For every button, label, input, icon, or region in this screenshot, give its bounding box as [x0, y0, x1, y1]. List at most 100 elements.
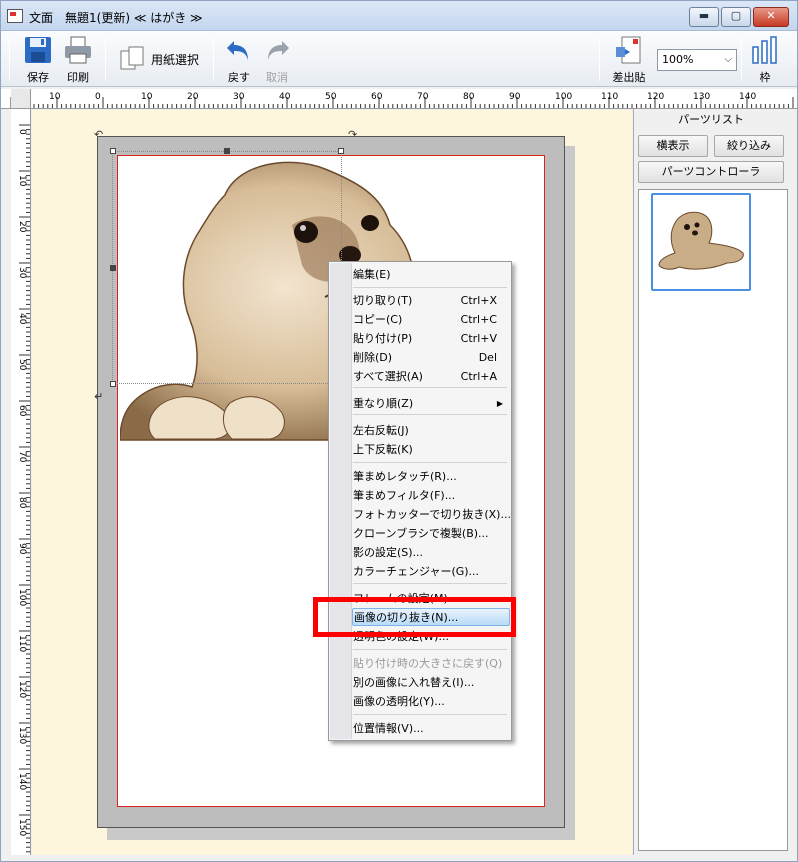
parts-controller-button[interactable]: パーツコントローラ: [638, 161, 784, 183]
menu-item-color-changer[interactable]: カラーチェンジャー(G)...: [353, 563, 509, 581]
ruler-label: 150: [17, 819, 27, 836]
resize-handle[interactable]: [110, 148, 116, 154]
vertical-ruler: 0 10 20 30 40 50 60 70 80 90 100 110 120 130 140 150: [11, 109, 31, 855]
menu-item-shadow-settings[interactable]: 影の設定(S)...: [353, 544, 509, 562]
menu-item-label: 左右反転(J): [353, 424, 409, 437]
menu-item-make-transparent[interactable]: 画像の透明化(Y)...: [353, 693, 509, 711]
menu-item-flip-vertical[interactable]: 上下反転(K): [353, 441, 509, 459]
ruler-label: 0: [95, 92, 101, 102]
menu-item-label: カラーチェンジャー(G)...: [353, 565, 480, 578]
menu-item-shortcut: Ctrl+X: [460, 294, 497, 307]
menu-item-label: 位置情報(V)...: [353, 722, 424, 735]
parts-panel: パーツリスト 横表示 絞り込み パーツコントローラ: [633, 109, 797, 855]
close-button[interactable]: ✕: [753, 7, 789, 27]
menu-item-shortcut: Ctrl+V: [460, 332, 497, 345]
menu-item-copy[interactable]: コピー(C) Ctrl+C: [353, 311, 509, 329]
menu-item-label: 貼り付け時の大きさに戻す(Q): [353, 657, 503, 670]
menu-item-label: 切り取り(T): [353, 294, 413, 307]
save-icon: [23, 35, 53, 65]
status-strip: [1, 855, 797, 861]
menu-item-edit[interactable]: 編集(E): [353, 266, 509, 284]
print-button[interactable]: 印刷: [59, 33, 97, 85]
menu-item-paste[interactable]: 貼り付け(P) Ctrl+V: [353, 330, 509, 348]
redo-label: 取消: [266, 71, 288, 84]
parts-list: [638, 189, 788, 851]
menu-item-flip-horizontal[interactable]: 左右反転(J): [353, 422, 509, 440]
menu-item-delete[interactable]: 削除(D) Del: [353, 349, 509, 367]
menu-separator: [353, 714, 507, 715]
title-bar: 文面 無題1(更新) ≪ はがき ≫ ▬ ▢ ✕: [1, 1, 797, 31]
menu-item-filter[interactable]: 筆まめフィルタ(F)...: [353, 487, 509, 505]
zoom-value: 100%: [662, 53, 694, 66]
maximize-button[interactable]: ▢: [721, 7, 751, 27]
menu-separator: [353, 287, 507, 288]
redo-button[interactable]: 取消: [259, 33, 295, 85]
ruler-label: 70: [417, 92, 429, 102]
menu-item-label: フォトカッターで切り抜き(X)...: [353, 508, 511, 521]
menu-item-z-order[interactable]: 重なり順(Z) ▶: [353, 395, 509, 413]
undo-button[interactable]: 戻す: [221, 33, 257, 85]
menu-item-label: 筆まめフィルタ(F)...: [353, 489, 456, 502]
menu-item-label: 編集(E): [353, 268, 391, 281]
frame-label: 枠: [759, 71, 771, 84]
menu-item-cut[interactable]: 切り取り(T) Ctrl+X: [353, 292, 509, 310]
ruler-label: 0: [17, 129, 27, 135]
ruler-label: 10: [49, 92, 61, 102]
ruler-label: 80: [463, 92, 475, 102]
resize-handle[interactable]: [110, 381, 116, 387]
paper-select-button[interactable]: 用紙選択: [117, 43, 207, 73]
undo-icon: [224, 35, 254, 65]
menu-item-label: 削除(D): [353, 351, 393, 364]
menu-item-photo-cutter[interactable]: フォトカッターで切り抜き(X)...: [353, 506, 511, 524]
ruler-label: 100: [555, 92, 572, 102]
ruler-label: 110: [17, 635, 27, 652]
save-button[interactable]: 保存: [19, 33, 57, 85]
ruler-label: 40: [17, 313, 27, 325]
ruler-label: 30: [233, 92, 245, 102]
resize-handle[interactable]: [224, 148, 230, 154]
ruler-label: 60: [17, 405, 27, 417]
filter-button[interactable]: 絞り込み: [714, 135, 784, 157]
ruler-label: 90: [509, 92, 521, 102]
toolbar-separator: [599, 37, 600, 81]
menu-item-replace-image[interactable]: 別の画像に入れ替え(I)...: [353, 674, 509, 692]
ruler-label: 130: [17, 727, 27, 744]
resize-handle[interactable]: [338, 148, 344, 154]
horizontal-view-button[interactable]: 横表示: [638, 135, 708, 157]
menu-item-shortcut: Ctrl+C: [460, 313, 497, 326]
ruler-label: 140: [739, 92, 756, 102]
sender-paste-button[interactable]: 差出貼: [607, 33, 651, 85]
rotate-handle-icon[interactable]: ↶: [94, 128, 103, 141]
frame-icon: [750, 35, 780, 65]
rotate-handle-icon[interactable]: ↷: [348, 128, 357, 141]
vertical-ruler-ticks: 0 10 20 30 40 50 60 70 80 90 100 110 120 130 140 150: [17, 124, 30, 853]
printer-icon: [63, 35, 93, 65]
menu-item-position-info[interactable]: 位置情報(V)...: [353, 720, 509, 738]
menu-item-clone-brush[interactable]: クローンブラシで複製(B)...: [353, 525, 509, 543]
resize-handle[interactable]: [110, 265, 116, 271]
parts-list-title: パーツリスト: [678, 113, 744, 126]
save-label: 保存: [27, 71, 49, 84]
menu-separator: [353, 649, 507, 650]
menu-item-label: クローンブラシで複製(B)...: [353, 527, 489, 540]
zoom-select[interactable]: 100% ⌵: [657, 49, 737, 71]
highlight-annotation: [313, 597, 516, 637]
minimize-button[interactable]: ▬: [689, 7, 719, 27]
undo-label: 戻す: [228, 71, 250, 84]
ruler-label: 100: [17, 589, 27, 606]
menu-item-label: 貼り付け(P): [353, 332, 413, 345]
menu-separator: [353, 387, 507, 388]
parts-thumbnail[interactable]: [651, 193, 751, 291]
menu-item-select-all[interactable]: すべて選択(A) Ctrl+A: [353, 368, 509, 386]
menu-item-retouch[interactable]: 筆まめレタッチ(R)...: [353, 468, 509, 486]
menu-separator: [353, 414, 507, 415]
chevron-down-icon: ⌵: [724, 54, 732, 65]
menu-icon-gutter: [330, 263, 352, 739]
menu-item-reset-size[interactable]: 貼り付け時の大きさに戻す(Q): [353, 655, 509, 673]
menu-item-label: 重なり順(Z): [353, 397, 414, 410]
ruler-label: 60: [371, 92, 383, 102]
toolbar-grip: [9, 37, 10, 81]
rotate-handle-icon[interactable]: ↵: [94, 390, 103, 403]
print-label: 印刷: [67, 71, 89, 84]
frame-button[interactable]: 枠: [747, 33, 783, 85]
